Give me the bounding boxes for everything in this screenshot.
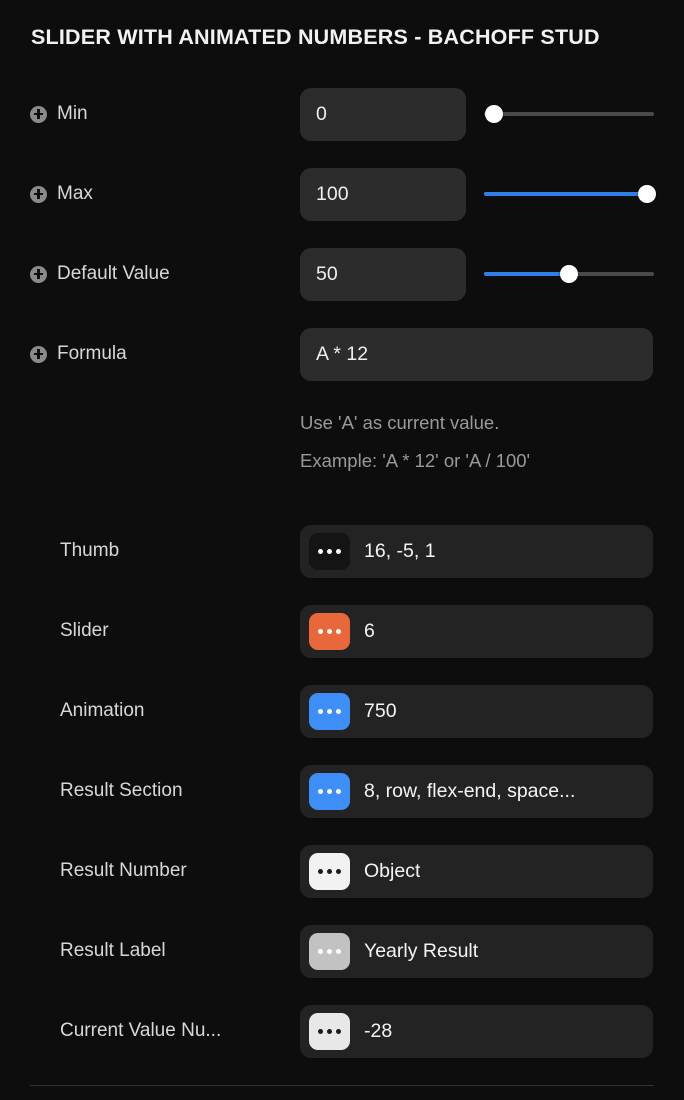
plus-circle-icon[interactable]	[30, 265, 47, 283]
style-pill-thumb[interactable]: 16, -5, 1	[300, 524, 653, 578]
style-pill-animation[interactable]: 750	[300, 684, 653, 738]
property-label-text: Formula	[57, 343, 127, 364]
style-value-text: Yearly Result	[364, 939, 479, 962]
style-label-text: Result Section	[60, 780, 183, 801]
style-value-text: 6	[364, 619, 375, 642]
style-row-slider: Slider 6	[0, 602, 684, 660]
style-swatch-icon[interactable]	[309, 1012, 350, 1050]
slider-track	[484, 112, 654, 116]
default-value-slider[interactable]	[484, 263, 654, 285]
style-row-thumb: Thumb 16, -5, 1	[0, 522, 684, 580]
style-label-text: Thumb	[60, 540, 120, 561]
style-label-result-number: Result Number	[0, 860, 300, 882]
slider-settings-panel: SLIDER WITH ANIMATED NUMBERS - BACHOFF S…	[0, 0, 684, 1100]
property-label-text: Min	[57, 103, 88, 124]
style-pill-result-section[interactable]: 8, row, flex-end, space...	[300, 764, 653, 818]
style-label-text: Animation	[60, 700, 145, 721]
style-pill-result-label[interactable]: Yearly Result	[300, 924, 653, 978]
style-label-animation: Animation	[0, 700, 300, 722]
style-row-result-section: Result Section 8, row, flex-end, space..…	[0, 762, 684, 820]
style-label-text: Current Value Nu...	[60, 1020, 222, 1041]
slider-thumb[interactable]	[638, 185, 657, 203]
slider-fill	[484, 272, 569, 276]
slider-thumb[interactable]	[560, 265, 578, 283]
style-label-result-section: Result Section	[0, 780, 300, 802]
formula-hint-line-1: Use 'A' as current value.	[300, 412, 500, 433]
slider-thumb[interactable]	[485, 105, 504, 123]
plus-circle-icon[interactable]	[30, 105, 47, 123]
style-row-result-label: Result Label Yearly Result	[0, 922, 684, 980]
style-swatch-icon[interactable]	[309, 852, 350, 890]
property-label-text: Max	[57, 183, 93, 204]
style-swatch-icon[interactable]	[309, 692, 350, 730]
style-label-current-value-number: Current Value Nu...	[0, 1020, 300, 1042]
style-label-slider: Slider	[0, 620, 300, 642]
min-slider[interactable]	[484, 103, 654, 125]
property-row-default-value: Default Value 50	[0, 245, 684, 303]
property-label-formula: Formula	[0, 343, 300, 365]
style-swatch-icon[interactable]	[309, 932, 350, 970]
style-row-result-number: Result Number Object	[0, 842, 684, 900]
style-value-text: Object	[364, 859, 421, 882]
property-label-text: Default Value	[57, 263, 170, 284]
property-label-max: Max	[0, 183, 300, 205]
slider-fill	[484, 192, 654, 196]
plus-circle-icon[interactable]	[30, 185, 47, 203]
max-slider[interactable]	[484, 183, 657, 205]
style-label-text: Result Number	[60, 860, 187, 881]
property-row-min: Min 0	[0, 85, 684, 143]
property-row-max: Max 100	[0, 165, 684, 223]
style-label-text: Slider	[60, 620, 109, 641]
style-swatch-icon[interactable]	[309, 772, 350, 810]
section-divider	[30, 1085, 654, 1086]
formula-input[interactable]: A * 12	[300, 327, 653, 381]
style-swatch-icon[interactable]	[309, 612, 350, 650]
style-row-animation: Animation 750	[0, 682, 684, 740]
default-value-input[interactable]: 50	[300, 247, 466, 301]
style-pill-current-value-number[interactable]: -28	[300, 1004, 653, 1058]
style-value-text: 16, -5, 1	[364, 539, 436, 562]
style-label-thumb: Thumb	[0, 540, 300, 562]
style-row-current-value-number: Current Value Nu... -28	[0, 1002, 684, 1060]
panel-header: SLIDER WITH ANIMATED NUMBERS - BACHOFF S…	[0, 0, 684, 74]
style-pill-result-number[interactable]: Object	[300, 844, 653, 898]
page-title: SLIDER WITH ANIMATED NUMBERS - BACHOFF S…	[31, 24, 600, 49]
style-label-result-label: Result Label	[0, 940, 300, 962]
style-value-text: 8, row, flex-end, space...	[364, 779, 576, 802]
plus-circle-icon[interactable]	[30, 345, 47, 363]
style-swatch-icon[interactable]	[309, 532, 350, 570]
formula-hint-line-2: Example: 'A * 12' or 'A / 100'	[300, 450, 531, 471]
property-row-formula: Formula A * 12	[0, 325, 684, 383]
style-label-text: Result Label	[60, 940, 166, 961]
style-pill-slider[interactable]: 6	[300, 604, 653, 658]
property-label-min: Min	[0, 103, 300, 125]
style-value-text: -28	[364, 1019, 393, 1042]
style-value-text: 750	[364, 699, 397, 722]
min-input[interactable]: 0	[300, 87, 466, 141]
max-input[interactable]: 100	[300, 167, 466, 221]
property-label-default-value: Default Value	[0, 263, 300, 285]
